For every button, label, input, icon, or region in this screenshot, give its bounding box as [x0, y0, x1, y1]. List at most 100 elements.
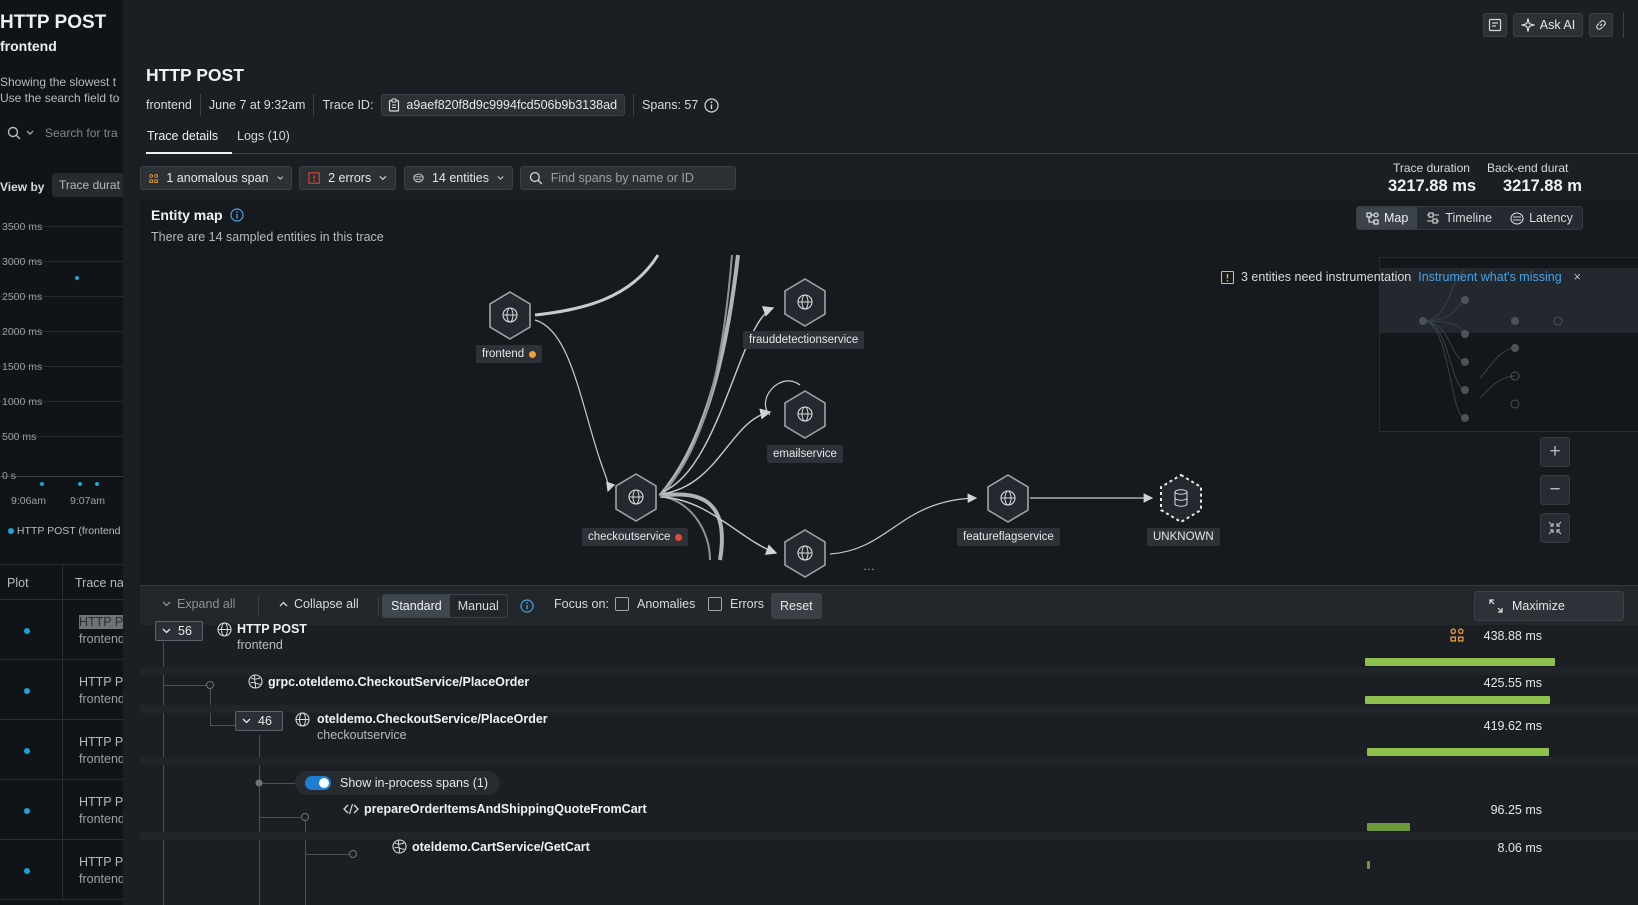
- info-icon[interactable]: [704, 97, 719, 113]
- view-map-button[interactable]: Map: [1357, 207, 1418, 229]
- span-name[interactable]: HTTP POST: [237, 622, 307, 636]
- view-latency-button[interactable]: Latency: [1501, 207, 1582, 229]
- close-icon[interactable]: ×: [1574, 270, 1581, 284]
- trace-name: HTTP P: [79, 675, 123, 689]
- node-lower: [784, 529, 826, 578]
- chevron-down-icon: [379, 175, 387, 181]
- span-duration: 419.62 ms: [1483, 719, 1542, 733]
- node-label-unknown[interactable]: UNKNOWN: [1147, 528, 1220, 546]
- span-name[interactable]: prepareOrderItemsAndShippingQuoteFromCar…: [364, 802, 647, 816]
- zoom-out-button[interactable]: −: [1540, 475, 1570, 505]
- trace-meta: frontend June 7 at 9:32am Trace ID: a9ae…: [146, 94, 719, 116]
- span-bar: [1367, 823, 1410, 831]
- node-unknown: [1160, 473, 1202, 524]
- span-search-input[interactable]: [550, 171, 727, 185]
- span-name[interactable]: oteldemo.CartService/GetCart: [412, 840, 590, 854]
- chevron-down-icon: [162, 601, 171, 607]
- node-label-featureflag[interactable]: featureflagservice: [957, 528, 1060, 546]
- spans-count: Spans: 57: [642, 98, 699, 112]
- backend-duration-value: 3217.88 m: [1503, 177, 1582, 195]
- span-search[interactable]: [520, 166, 736, 190]
- span-bar-track: [1367, 748, 1637, 756]
- node-label-email[interactable]: emailservice: [767, 445, 843, 463]
- errors-filter[interactable]: 2 errors: [299, 166, 396, 190]
- node-email: [784, 390, 826, 439]
- maximize-button[interactable]: Maximize: [1474, 591, 1624, 621]
- search-placeholder: Search for tra: [45, 126, 118, 140]
- node-label-checkout[interactable]: checkoutservice: [582, 528, 689, 546]
- trace-name: HTTP P: [79, 855, 123, 869]
- link-icon: [1596, 20, 1606, 30]
- chevron-down-icon: [242, 718, 251, 724]
- zoom-in-button[interactable]: +: [1540, 437, 1570, 467]
- tab-logs[interactable]: Logs (10): [237, 129, 290, 143]
- edge: [658, 254, 740, 498]
- mode-manual[interactable]: Manual: [450, 595, 507, 617]
- grpc-icon: [248, 674, 263, 689]
- info-icon[interactable]: [520, 599, 534, 613]
- scatter-point: [78, 482, 82, 486]
- in-process-spans-toggle[interactable]: Show in-process spans (1): [295, 771, 500, 795]
- span-toolbar: Expand all Collapse all Standard Manual …: [140, 585, 1638, 625]
- expand-icon: [1489, 599, 1503, 613]
- notes-button[interactable]: [1483, 13, 1507, 37]
- toolbar-divider: [1623, 12, 1624, 38]
- x-tick: 9:06am: [11, 495, 47, 507]
- meta-date: June 7 at 9:32am: [208, 98, 306, 112]
- anomalous-label: 1 anomalous span: [166, 171, 269, 185]
- view-by-label: View by: [0, 180, 45, 194]
- trace-id-copy[interactable]: a9aef820f8d9c9994fcd506b9b3138ad: [381, 94, 626, 116]
- tab-trace-details[interactable]: Trace details: [147, 129, 218, 143]
- fit-view-button[interactable]: [1540, 513, 1570, 543]
- table-row[interactable]: HTTP P frontend: [0, 660, 123, 720]
- mode-standard[interactable]: Standard: [383, 595, 450, 617]
- map-icon: [1366, 211, 1379, 225]
- node-featureflag: [987, 474, 1029, 523]
- trace-service: frontend: [79, 752, 123, 766]
- grpc-icon: [392, 839, 407, 854]
- map-view-toggle: Map Timeline Latency: [1356, 206, 1583, 230]
- span-duration: 96.25 ms: [1490, 803, 1542, 817]
- errors-checkbox[interactable]: Errors: [708, 597, 764, 611]
- trace-id-value: a9aef820f8d9c9994fcd506b9b3138ad: [406, 98, 618, 112]
- table-row[interactable]: HTTP P frontend: [0, 720, 123, 780]
- span-count-toggle[interactable]: 46: [235, 711, 283, 731]
- col-plot: Plot: [7, 576, 29, 590]
- chevron-up-icon: [279, 601, 288, 607]
- mode-toggle: Standard Manual: [382, 594, 508, 618]
- col-trace-name: Trace na: [75, 576, 123, 590]
- ask-ai-label: Ask AI: [1539, 18, 1576, 32]
- expand-all-button[interactable]: Expand all: [162, 597, 235, 611]
- active-tab-indicator: [146, 152, 232, 154]
- node-label-frauddetection[interactable]: frauddetectionservice: [743, 331, 865, 349]
- trace-search[interactable]: Search for tra: [0, 120, 123, 146]
- view-by-select[interactable]: Trace durat: [52, 173, 123, 197]
- search-icon: [7, 126, 34, 140]
- entities-filter[interactable]: 14 entities: [404, 166, 513, 190]
- span-name[interactable]: oteldemo.CheckoutService/PlaceOrder: [317, 712, 548, 726]
- span-name[interactable]: grpc.oteldemo.CheckoutService/PlaceOrder: [268, 675, 529, 689]
- trace-details-panel: Ask AI HTTP POST frontend June 7 at 9:32…: [123, 0, 1638, 905]
- span-bar: [1365, 696, 1550, 704]
- collapse-all-button[interactable]: Collapse all: [279, 597, 359, 611]
- reset-button[interactable]: Reset: [771, 593, 822, 619]
- focus-on-label: Focus on:: [554, 597, 609, 611]
- anomalies-checkbox[interactable]: Anomalies: [615, 597, 695, 611]
- scatter-points: [40, 276, 99, 486]
- table-row[interactable]: HTTP P frontend: [0, 840, 123, 900]
- copy-link-button[interactable]: [1589, 13, 1613, 37]
- span-bar: [1367, 748, 1549, 756]
- scatter-point: [95, 482, 99, 486]
- table-row[interactable]: HTTP P frontend: [0, 600, 123, 660]
- instrument-link[interactable]: Instrument what's missing: [1418, 270, 1561, 284]
- view-timeline-button[interactable]: Timeline: [1417, 207, 1501, 229]
- node-label-frontend[interactable]: frontend: [476, 345, 543, 363]
- span-count-toggle[interactable]: 56: [155, 621, 203, 641]
- row-separator: [140, 757, 1638, 765]
- instrumentation-notice: 3 entities need instrumentation Instrume…: [1221, 270, 1581, 284]
- anomalous-filter[interactable]: 1 anomalous span: [140, 166, 292, 190]
- table-row[interactable]: HTTP P frontend: [0, 780, 123, 840]
- ask-ai-button[interactable]: Ask AI: [1513, 13, 1583, 37]
- chevron-down-icon: [497, 176, 504, 180]
- toggle-switch: [305, 776, 331, 790]
